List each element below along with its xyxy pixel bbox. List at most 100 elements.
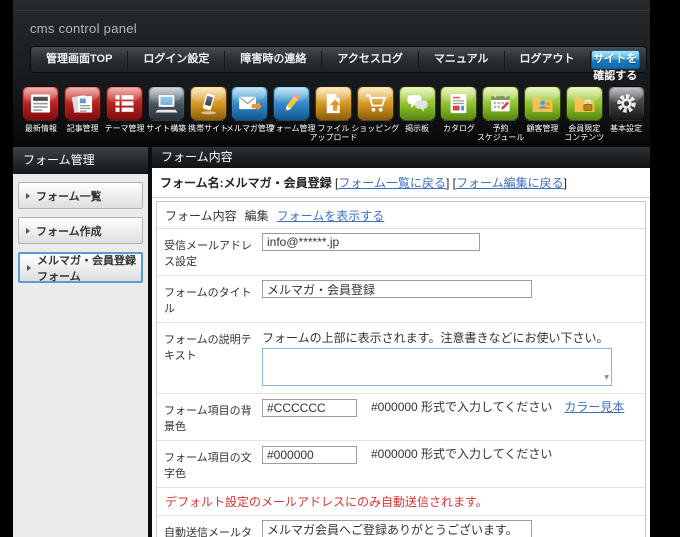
- toolbar-item-label: 記事管理: [67, 124, 99, 133]
- app-title: cms control panel: [30, 21, 137, 36]
- toolbar-item-articles[interactable]: 記事管理: [62, 86, 104, 142]
- main-header: フォーム内容: [152, 147, 650, 168]
- receive-mail-input[interactable]: [262, 233, 480, 251]
- toolbar-item-label: コンテンツ: [564, 133, 604, 142]
- form-desc-caption: フォームの上部に表示されます。注意書きなどにお使い下さい。: [262, 329, 639, 346]
- sidebar-item-form-create[interactable]: フォーム作成: [18, 217, 143, 244]
- table-row: フォームのタイトル: [157, 276, 645, 323]
- nav-item-logout[interactable]: ログアウト: [505, 51, 591, 68]
- top-nav: 管理画面TOPログイン設定障害時の連絡アクセスログマニュアルログアウトサイトを確…: [30, 46, 647, 73]
- table-row: フォーム項目の文字色 #000000 形式で入力してください: [157, 441, 645, 488]
- toolbar-item-catalog[interactable]: カタログ: [438, 86, 480, 142]
- toolbar-item-mobile[interactable]: 携帯サイト: [187, 86, 229, 142]
- back-to-list-link[interactable]: フォーム一覧に戻る: [338, 176, 446, 190]
- header-chrome: cms control panel 管理画面TOPログイン設定障害時の連絡アクセ…: [13, 0, 650, 147]
- sidebar-header: フォーム管理: [13, 147, 148, 174]
- edit-row-title: フォーム内容: [165, 207, 237, 224]
- mobile-icon[interactable]: [190, 86, 227, 121]
- toolbar-item-customers[interactable]: 顧客管理: [522, 86, 564, 142]
- toolbar-item-label: 最新情報: [25, 124, 57, 133]
- toolbar-item-news[interactable]: 最新情報: [20, 86, 62, 142]
- theme-list-icon[interactable]: [106, 86, 143, 121]
- nav-item-manual[interactable]: マニュアル: [419, 51, 505, 68]
- mail-icon[interactable]: [231, 86, 268, 121]
- table-row: フォームの説明テキスト フォームの上部に表示されます。注意書きなどにお使い下さい…: [157, 323, 645, 394]
- toolbar-item-label: ショッピング: [351, 124, 399, 133]
- toolbar-item-label: 掲示板: [405, 124, 429, 133]
- icon-toolbar: 最新情報 記事管理テーマ管理サイト構築携帯サイトメルマガ管理フォーム管理ファイルア…: [20, 86, 647, 142]
- toolbar-item-schedule[interactable]: 予約スケジュール: [480, 86, 522, 142]
- main-panel: フォーム内容 フォーム名:メルマガ・会員登録 [フォーム一覧に戻る] [フォーム…: [152, 147, 650, 537]
- toolbar-item-site-build[interactable]: サイト構築: [145, 86, 187, 142]
- cart-icon[interactable]: [357, 86, 394, 121]
- bg-color-hint: #000000 形式で入力してください: [371, 400, 552, 414]
- nav-item-access-log[interactable]: アクセスログ: [322, 51, 418, 68]
- toolbar-item-members[interactable]: 会員限定コンテンツ: [563, 86, 605, 142]
- body-area: フォーム管理 フォーム一覧フォーム作成メルマガ・会員登録フォーム フォーム内容 …: [13, 147, 650, 537]
- news-icon[interactable]: [22, 86, 59, 121]
- toolbar-item-label: カタログ: [443, 124, 475, 133]
- bg-color-input[interactable]: [262, 399, 357, 417]
- toolbar-item-mailmag[interactable]: メルマガ管理: [229, 86, 271, 142]
- toolbar-item-label: 携帯サイト: [188, 124, 228, 133]
- auto-title-input[interactable]: [262, 520, 532, 537]
- form-desc-label: フォームの説明テキスト: [157, 323, 262, 393]
- file-upload-icon[interactable]: [315, 86, 352, 121]
- text-color-hint: #000000 形式で入力してください: [371, 447, 552, 461]
- toolbar-item-label: 顧客管理: [526, 124, 558, 133]
- chevron-right-icon: [27, 265, 31, 271]
- edit-row: フォーム内容 編集 フォームを表示する: [157, 202, 645, 229]
- auto-title-label: 自動送信メールタイトル: [157, 516, 262, 537]
- nav-item-admin-top[interactable]: 管理画面TOP: [31, 51, 128, 68]
- customer-folder-icon[interactable]: [524, 86, 561, 121]
- edit-row-edit-label: 編集: [245, 207, 269, 224]
- toolbar-item-label: スケジュール: [477, 133, 524, 142]
- toolbar-item-label: メルマガ管理: [226, 124, 274, 133]
- toolbar-item-shopping[interactable]: ショッピング: [354, 86, 396, 142]
- sidebar-item-label: メルマガ・会員登録フォーム: [37, 252, 141, 284]
- form-name-line: フォーム名:メルマガ・会員登録 [フォーム一覧に戻る] [フォーム編集に戻る]: [152, 168, 650, 198]
- lock-folder-icon[interactable]: [566, 86, 603, 121]
- scroll-down-icon[interactable]: ▼: [604, 375, 609, 381]
- nav-item-trouble-contact[interactable]: 障害時の連絡: [225, 51, 322, 68]
- laptop-icon[interactable]: [148, 86, 185, 121]
- back-to-edit-link[interactable]: フォーム編集に戻る: [456, 176, 564, 190]
- page: cms control panel 管理画面TOPログイン設定障害時の連絡アクセ…: [13, 0, 650, 537]
- pencil-icon[interactable]: [273, 86, 310, 121]
- table-row: フォーム項目の背景色 #000000 形式で入力してくださいカラー見本: [157, 394, 645, 441]
- chat-icon[interactable]: [399, 86, 436, 121]
- nav-item-login-settings[interactable]: ログイン設定: [128, 51, 225, 68]
- chevron-right-icon: [26, 228, 30, 234]
- form-name-text: フォーム名:メルマガ・会員登録: [160, 176, 332, 190]
- toolbar-item-upload[interactable]: ファイルアップロード: [313, 86, 355, 142]
- sidebar-item-label: フォーム一覧: [36, 188, 102, 204]
- bg-color-label: フォーム項目の背景色: [157, 394, 262, 440]
- view-site-button[interactable]: サイトを確認する: [591, 50, 640, 69]
- toolbar-item-settings[interactable]: 基本設定: [605, 86, 647, 142]
- toolbar-item-label: テーマ管理: [104, 124, 144, 133]
- toolbar-item-forms[interactable]: フォーム管理: [271, 86, 313, 142]
- toolbar-item-label: 基本設定: [610, 124, 642, 133]
- toolbar-item-themes[interactable]: テーマ管理: [104, 86, 146, 142]
- calendar-icon[interactable]: [482, 86, 519, 121]
- toolbar-item-label: フォーム管理: [268, 124, 316, 133]
- text-color-label: フォーム項目の文字色: [157, 441, 262, 487]
- sidebar-item-form-list[interactable]: フォーム一覧: [18, 182, 143, 209]
- form-table: フォーム内容 編集 フォームを表示する 受信メールアドレス設定 フォームのタイト…: [156, 201, 646, 537]
- sidebar-item-mailmag-form[interactable]: メルマガ・会員登録フォーム: [18, 252, 143, 283]
- form-title-input[interactable]: [262, 280, 532, 298]
- articles-icon[interactable]: [64, 86, 101, 121]
- toolbar-item-label: サイト構築: [146, 124, 186, 133]
- form-desc-textarea[interactable]: [262, 348, 612, 386]
- sidebar: フォーム管理 フォーム一覧フォーム作成メルマガ・会員登録フォーム: [13, 147, 148, 537]
- show-form-link[interactable]: フォームを表示する: [277, 207, 385, 224]
- catalog-icon[interactable]: [440, 86, 477, 121]
- toolbar-item-label: アップロード: [309, 133, 357, 142]
- text-color-input[interactable]: [262, 446, 357, 464]
- color-sample-link[interactable]: カラー見本: [564, 400, 624, 414]
- toolbar-item-label: 会員限定: [568, 124, 600, 133]
- form-title-label: フォームのタイトル: [157, 276, 262, 322]
- sidebar-items: フォーム一覧フォーム作成メルマガ・会員登録フォーム: [13, 182, 148, 283]
- gear-icon[interactable]: [608, 86, 645, 121]
- toolbar-item-board[interactable]: 掲示板: [396, 86, 438, 142]
